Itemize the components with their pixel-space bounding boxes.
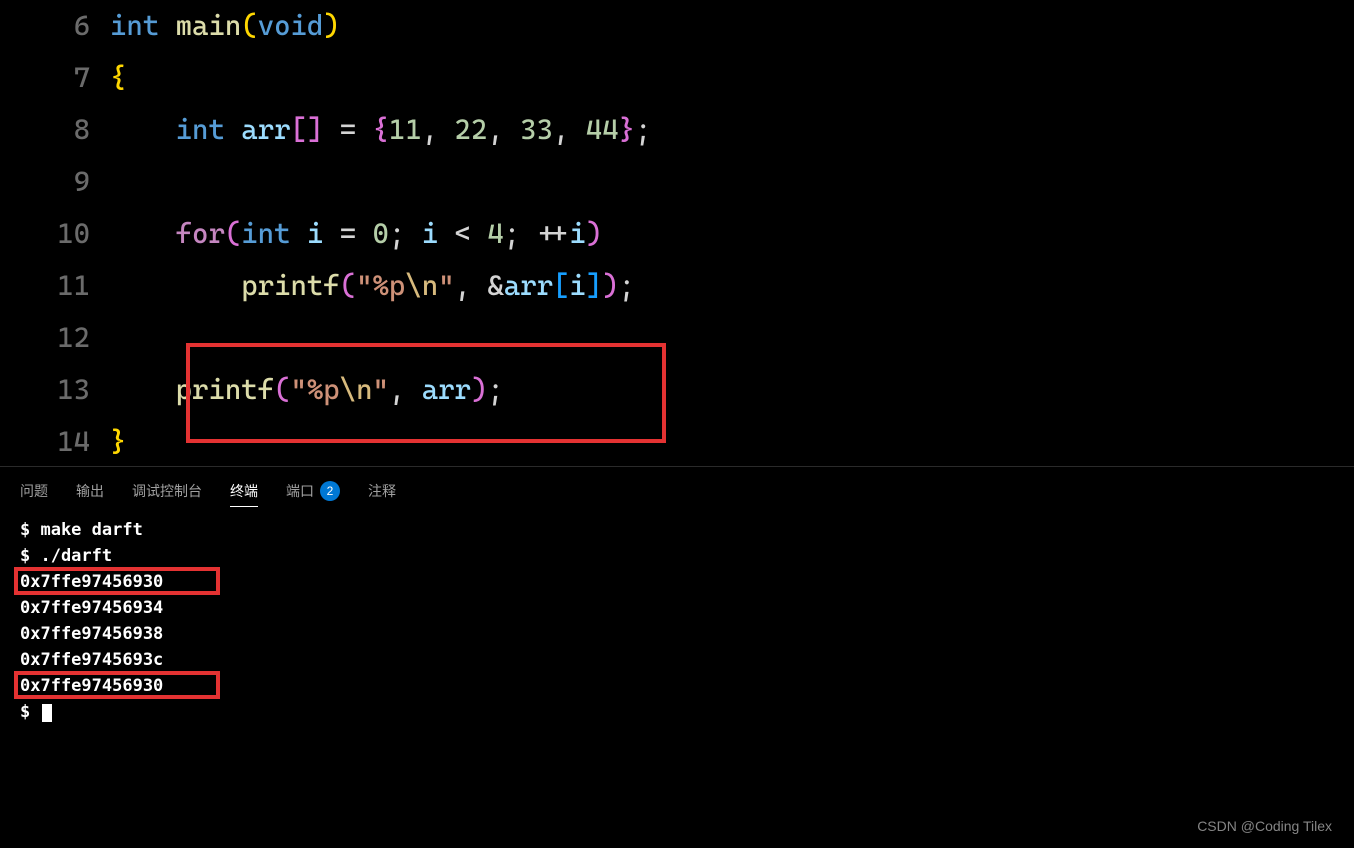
terminal-prompt: $: [20, 699, 1334, 725]
keyword-int: int: [176, 104, 225, 156]
terminal-line: $ make darft: [20, 517, 1334, 543]
code-line: 13 printf("%p\n", arr);: [0, 364, 1354, 416]
keyword-int: int: [110, 0, 159, 52]
func-printf: printf: [241, 260, 339, 312]
tab-problems[interactable]: 问题: [20, 481, 48, 501]
terminal-line: 0x7ffe9745693c: [20, 647, 1334, 673]
ports-badge: 2: [320, 481, 340, 501]
line-number: 7: [0, 52, 110, 104]
code-line: 6 int main(void): [0, 0, 1354, 52]
panel-tabs: 问题 输出 调试控制台 终端 端口 2 注释: [0, 467, 1354, 513]
code-line: 11 printf("%p\n", &arr[i]);: [0, 260, 1354, 312]
code-line: 10 for(int i = 0; i < 4; ++i): [0, 208, 1354, 260]
tab-comments[interactable]: 注释: [368, 481, 396, 501]
code-line: 7 {: [0, 52, 1354, 104]
line-number: 13: [0, 364, 110, 416]
terminal-line: 0x7ffe97456934: [20, 595, 1334, 621]
line-number: 9: [0, 156, 110, 208]
line-number: 10: [0, 208, 110, 260]
func-main: main: [176, 0, 242, 52]
keyword-for: for: [176, 208, 225, 260]
tab-output[interactable]: 输出: [76, 481, 104, 501]
code-line: 8 int arr[] = {11, 22, 33, 44};: [0, 104, 1354, 156]
keyword-void: void: [258, 0, 324, 52]
line-number: 8: [0, 104, 110, 156]
bottom-panel: 问题 输出 调试控制台 终端 端口 2 注释 $ make darft $ ./…: [0, 466, 1354, 729]
terminal-line: 0x7ffe97456930: [20, 569, 1334, 595]
line-number: 6: [0, 0, 110, 52]
terminal-cursor: [42, 704, 52, 722]
line-number: 11: [0, 260, 110, 312]
code-editor[interactable]: 6 int main(void) 7 { 8 int arr[] = {11, …: [0, 0, 1354, 466]
code-line: 14 }: [0, 416, 1354, 466]
line-number: 14: [0, 416, 110, 466]
watermark: CSDN @Coding Tilex: [1197, 818, 1332, 834]
tab-ports-label: 端口: [286, 481, 314, 501]
brace-close: }: [110, 416, 126, 466]
tab-debug-console[interactable]: 调试控制台: [132, 481, 202, 501]
terminal-line: $ ./darft: [20, 543, 1334, 569]
terminal-line: 0x7ffe97456938: [20, 621, 1334, 647]
brace-open: {: [110, 52, 126, 104]
tab-ports[interactable]: 端口 2: [286, 481, 340, 501]
terminal[interactable]: $ make darft $ ./darft 0x7ffe97456930 0x…: [0, 513, 1354, 729]
code-line: 9: [0, 156, 1354, 208]
line-number: 12: [0, 312, 110, 364]
code-line: 12: [0, 312, 1354, 364]
var-arr: arr: [241, 104, 290, 156]
func-printf: printf: [176, 364, 274, 416]
tab-terminal[interactable]: 终端: [230, 481, 258, 501]
terminal-line: 0x7ffe97456930: [20, 673, 1334, 699]
